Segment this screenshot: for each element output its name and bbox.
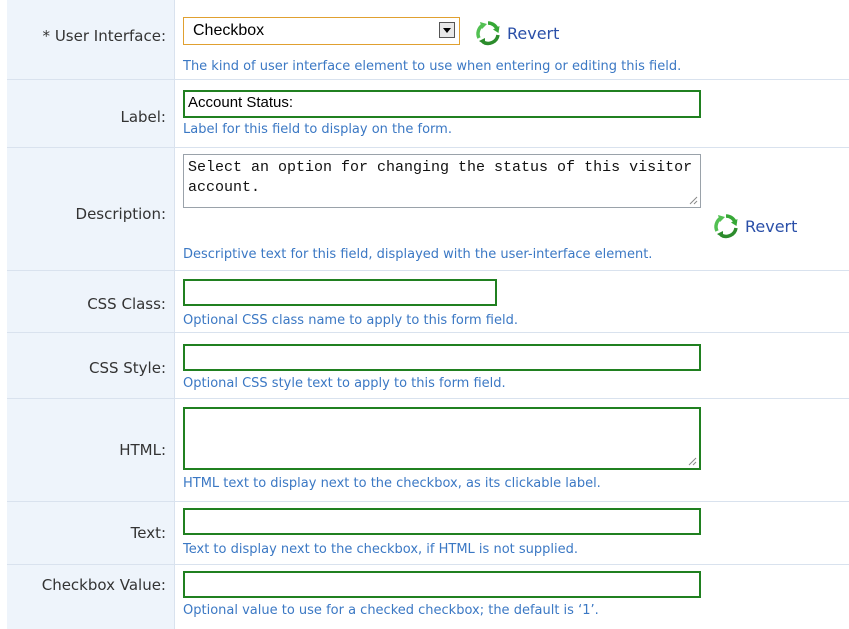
- field-cell: HTML text to display next to the checkbo…: [175, 399, 849, 501]
- label-cell: CSS Class:: [7, 271, 175, 332]
- help-css-class: Optional CSS class name to apply to this…: [183, 313, 518, 328]
- field-cell: Optional value to use for a checked chec…: [175, 565, 849, 629]
- revert-user-interface-link[interactable]: Revert: [475, 20, 559, 46]
- help-user-interface: The kind of user interface element to us…: [183, 59, 682, 74]
- row-css-class: CSS Class: Optional CSS class name to ap…: [7, 271, 849, 333]
- resize-grip-icon[interactable]: [687, 456, 697, 466]
- revert-label: Revert: [507, 23, 560, 43]
- recycle-arrows-icon: [714, 214, 738, 239]
- description-textarea[interactable]: Select an option for changing the status…: [183, 154, 701, 208]
- select-value: Checkbox: [193, 22, 265, 39]
- field-label-label: Label:: [120, 108, 166, 126]
- field-cell: Optional CSS class name to apply to this…: [175, 271, 849, 332]
- field-label-user-interface: * User Interface:: [42, 27, 166, 45]
- field-cell: Optional CSS style text to apply to this…: [175, 333, 849, 398]
- help-checkbox-value: Optional value to use for a checked chec…: [183, 603, 599, 618]
- label-cell: Description:: [7, 148, 175, 270]
- field-label-html: HTML:: [119, 441, 166, 459]
- chevron-down-icon[interactable]: [439, 22, 455, 38]
- row-html: HTML: HTML text to display next to the c…: [7, 399, 849, 502]
- field-label-text: Text:: [130, 524, 166, 542]
- help-label: Label for this field to display on the f…: [183, 122, 452, 137]
- help-css-style: Optional CSS style text to apply to this…: [183, 376, 506, 391]
- field-cell: Text to display next to the checkbox, if…: [175, 502, 849, 564]
- row-css-style: CSS Style: Optional CSS style text to ap…: [7, 333, 849, 399]
- resize-grip-icon[interactable]: [688, 195, 698, 205]
- field-cell: Checkbox Revert The kind of user interfa…: [175, 0, 849, 79]
- row-description: Description: Select an option for changi…: [7, 148, 849, 271]
- description-text: Select an option for changing the status…: [188, 159, 693, 196]
- label-cell: * User Interface:: [7, 0, 175, 79]
- field-cell: Select an option for changing the status…: [175, 148, 849, 270]
- field-cell: Account Status: Label for this field to …: [175, 80, 849, 147]
- row-checkbox-value: Checkbox Value: Optional value to use fo…: [7, 565, 849, 629]
- label-cell: Text:: [7, 502, 175, 564]
- html-textarea[interactable]: [183, 407, 701, 470]
- help-text: Text to display next to the checkbox, if…: [183, 542, 578, 557]
- css-class-input[interactable]: [183, 279, 497, 306]
- field-label-css-style: CSS Style:: [88, 359, 166, 377]
- label-input[interactable]: Account Status:: [183, 90, 701, 118]
- revert-label: Revert: [745, 216, 798, 236]
- text-input[interactable]: [183, 508, 701, 535]
- label-cell: CSS Style:: [7, 333, 175, 398]
- field-label-checkbox-value: Checkbox Value:: [41, 576, 166, 594]
- field-label-description: Description:: [75, 205, 166, 223]
- required-mark: *: [42, 27, 51, 45]
- recycle-arrows-icon: [476, 21, 500, 46]
- field-label-css-class: CSS Class:: [87, 295, 166, 313]
- row-label: Label: Account Status: Label for this fi…: [7, 80, 849, 148]
- label-cell: HTML:: [7, 399, 175, 501]
- revert-description-link[interactable]: Revert: [713, 213, 797, 239]
- label-cell: Label:: [7, 80, 175, 147]
- help-description: Descriptive text for this field, display…: [183, 247, 653, 262]
- user-interface-select[interactable]: Checkbox: [183, 17, 460, 45]
- row-text: Text: Text to display next to the checkb…: [7, 502, 849, 565]
- checkbox-value-input[interactable]: [183, 571, 701, 598]
- row-user-interface: * User Interface: Checkbox Revert The ki…: [7, 0, 849, 80]
- help-html: HTML text to display next to the checkbo…: [183, 476, 601, 491]
- label-cell: Checkbox Value:: [7, 565, 175, 629]
- css-style-input[interactable]: [183, 344, 701, 371]
